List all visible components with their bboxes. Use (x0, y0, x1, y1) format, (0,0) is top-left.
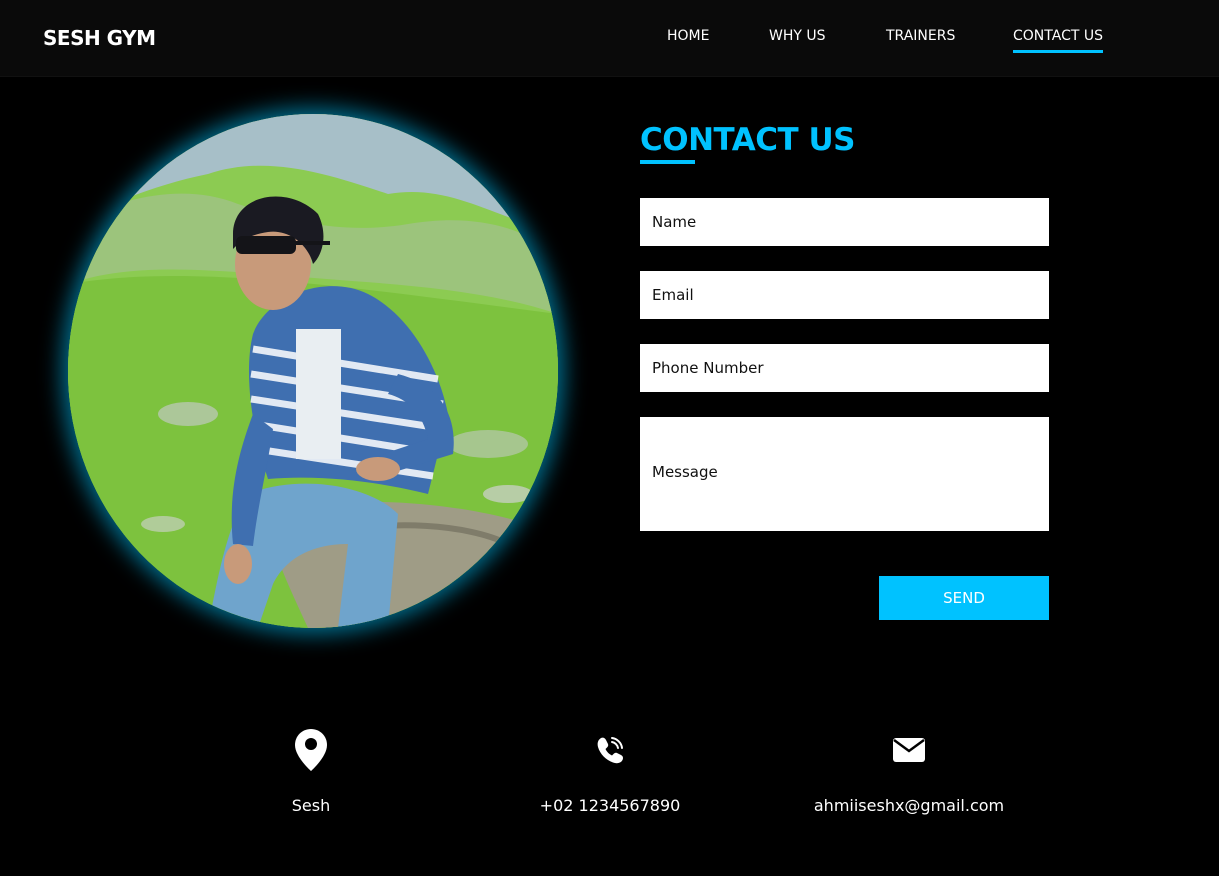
nav-trainers-link[interactable]: TRAINERS (886, 28, 955, 44)
site-header: SESH GYM HOME WHY US TRAINERS CONTACT US (0, 0, 1219, 77)
location-info: Sesh (161, 728, 461, 815)
name-field[interactable] (640, 198, 1049, 246)
contact-title-underline (640, 160, 695, 164)
profile-photo-illustration (68, 114, 558, 628)
send-button[interactable]: SEND (879, 576, 1049, 620)
nav-contact-us-link[interactable]: CONTACT US (1013, 28, 1103, 53)
profile-photo (68, 114, 558, 628)
envelope-icon (759, 728, 1059, 772)
nav-why-us-link[interactable]: WHY US (769, 28, 826, 44)
email-info: ahmiiseshx@gmail.com (759, 728, 1059, 815)
phone-text: +02 1234567890 (539, 796, 681, 815)
map-pin-icon (161, 728, 461, 772)
contact-title: CONTACT US (640, 122, 855, 158)
phone-info: +02 1234567890 (460, 728, 760, 815)
phone-icon (460, 728, 760, 772)
email-text: ahmiiseshx@gmail.com (813, 796, 1005, 815)
location-text: Sesh (291, 796, 331, 815)
message-field[interactable] (640, 417, 1049, 531)
site-logo[interactable]: SESH GYM (43, 26, 156, 50)
email-field[interactable] (640, 271, 1049, 319)
phone-number-field[interactable] (640, 344, 1049, 392)
nav-home-link[interactable]: HOME (667, 28, 709, 44)
